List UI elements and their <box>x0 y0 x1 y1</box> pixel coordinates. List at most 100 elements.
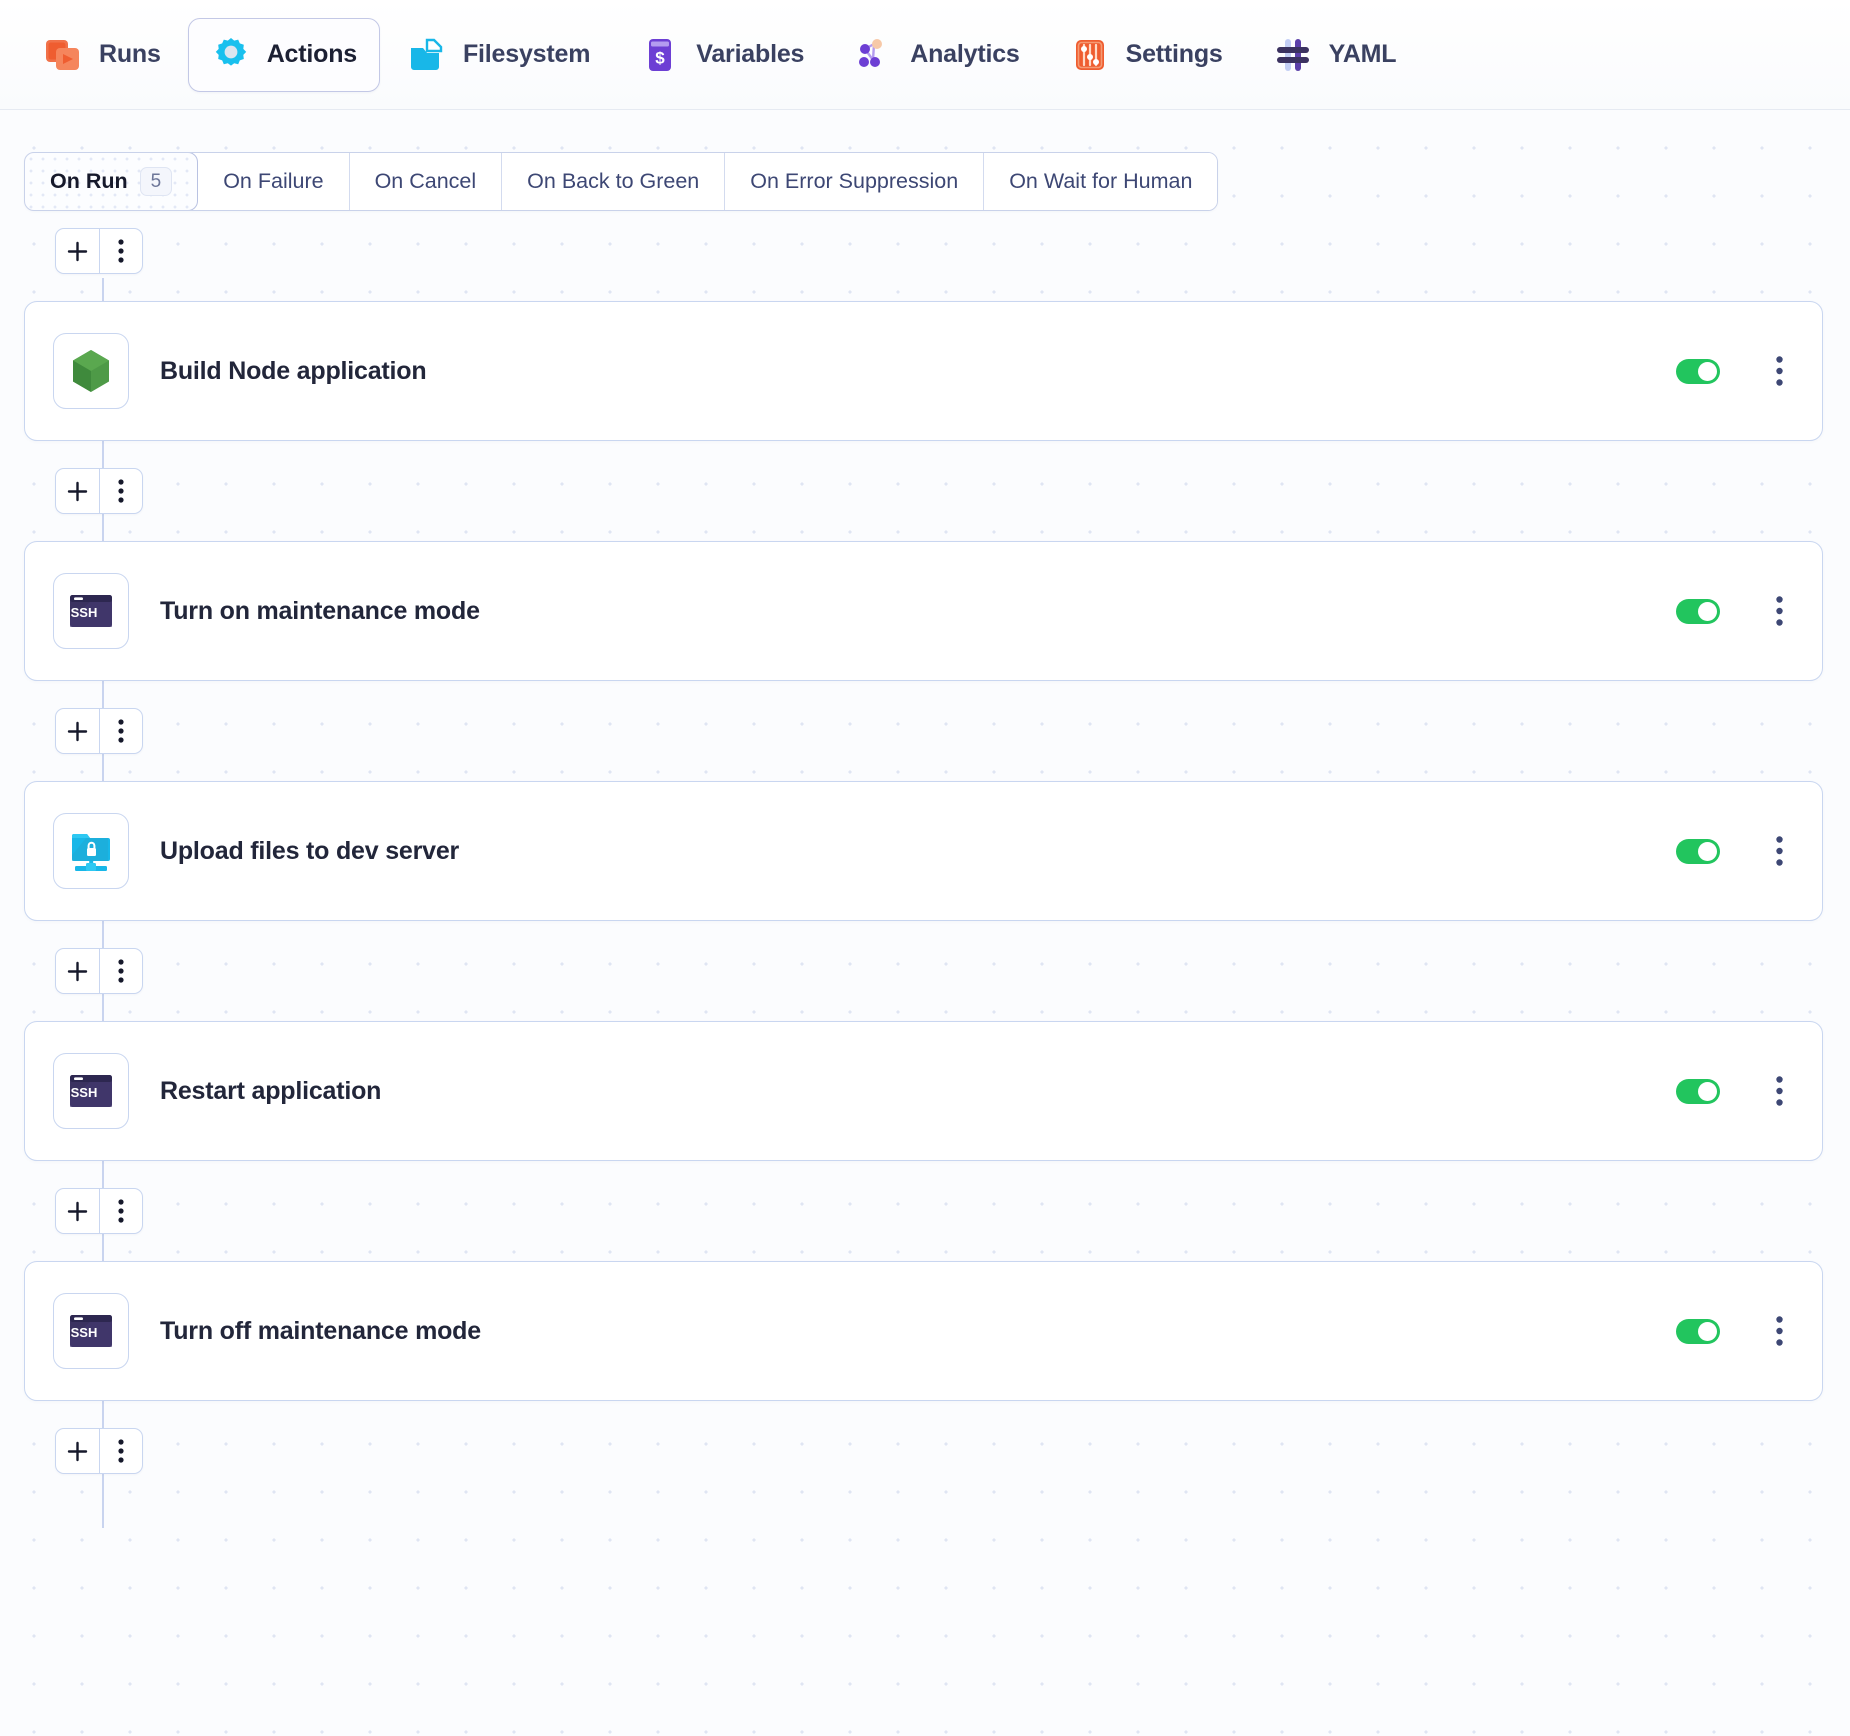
add-action-row-6 <box>55 1428 143 1474</box>
node-icon <box>73 350 109 392</box>
nav-label-actions: Actions <box>266 40 357 68</box>
sliders-icon <box>1070 35 1110 75</box>
action-enabled-toggle[interactable] <box>1676 358 1720 384</box>
kebab-menu-icon <box>1775 356 1783 386</box>
add-action-menu-1[interactable] <box>98 229 143 273</box>
kebab-menu-icon <box>1775 1316 1783 1346</box>
action-enabled-toggle[interactable] <box>1676 838 1720 864</box>
ssh-icon: SSH <box>70 595 112 627</box>
plus-icon <box>67 481 87 501</box>
plus-icon <box>67 1441 87 1461</box>
add-action-menu-4[interactable] <box>98 949 143 993</box>
nav-item-yaml[interactable]: YAML <box>1250 18 1420 92</box>
tab-on-run[interactable]: On Run 5 <box>25 153 199 210</box>
nav-item-variables[interactable]: $ Variables <box>617 18 827 92</box>
nav-item-filesystem[interactable]: Filesystem <box>384 18 613 92</box>
tab-label-on-error-suppression: On Error Suppression <box>750 169 959 193</box>
action-kebab-menu[interactable] <box>1764 1076 1794 1106</box>
kebab-menu-icon <box>1775 836 1783 866</box>
action-icon-wrapper: SSH <box>53 1053 129 1129</box>
nav-label-yaml: YAML <box>1328 40 1397 68</box>
action-title: Restart application <box>160 1076 382 1105</box>
add-action-button-2[interactable] <box>56 469 99 513</box>
plus-icon <box>67 721 87 741</box>
tab-on-failure[interactable]: On Failure <box>198 153 350 210</box>
add-action-button-5[interactable] <box>56 1189 99 1233</box>
kebab-menu-icon <box>1775 1076 1783 1106</box>
action-card[interactable]: Build Node application <box>24 301 1823 441</box>
nav-label-settings: Settings <box>1125 40 1223 68</box>
add-action-menu-3[interactable] <box>98 709 143 753</box>
add-action-button-4[interactable] <box>56 949 99 993</box>
action-kebab-menu[interactable] <box>1764 1316 1794 1346</box>
plus-icon <box>67 961 87 981</box>
action-kebab-menu[interactable] <box>1764 596 1794 626</box>
action-card[interactable]: SSH Turn off maintenance mode <box>24 1261 1823 1401</box>
svg-text:SSH: SSH <box>71 605 98 620</box>
tab-label-on-back-to-green: On Back to Green <box>527 169 700 193</box>
gear-icon <box>211 35 251 75</box>
tab-on-error-suppression[interactable]: On Error Suppression <box>725 153 985 210</box>
tab-on-back-to-green[interactable]: On Back to Green <box>502 153 726 210</box>
kebab-menu-icon <box>118 1439 124 1463</box>
action-enabled-toggle[interactable] <box>1676 598 1720 624</box>
add-action-row-3 <box>55 708 143 754</box>
tab-label-on-failure: On Failure <box>223 169 324 193</box>
analytics-icon <box>854 35 894 75</box>
svg-text:SSH: SSH <box>71 1325 98 1340</box>
kebab-menu-icon <box>118 239 124 263</box>
ssh-icon: SSH <box>70 1075 112 1107</box>
action-card[interactable]: SSH Turn on maintenance mode <box>24 541 1823 681</box>
nav-item-analytics[interactable]: Analytics <box>831 18 1042 92</box>
action-icon-wrapper <box>53 333 129 409</box>
nav-label-analytics: Analytics <box>910 40 1020 68</box>
add-action-row-2 <box>55 468 143 514</box>
add-action-menu-2[interactable] <box>98 469 143 513</box>
plus-icon <box>67 1201 87 1221</box>
action-title: Turn on maintenance mode <box>160 596 480 625</box>
variables-icon: $ <box>640 35 680 75</box>
action-kebab-menu[interactable] <box>1764 356 1794 386</box>
add-action-menu-5[interactable] <box>98 1189 143 1233</box>
kebab-menu-icon <box>1775 596 1783 626</box>
nav-item-settings[interactable]: Settings <box>1047 18 1246 92</box>
plus-icon <box>67 241 87 261</box>
svg-text:SSH: SSH <box>71 1085 98 1100</box>
add-action-button-6[interactable] <box>56 1429 99 1473</box>
tab-on-wait-for-human[interactable]: On Wait for Human <box>984 153 1218 210</box>
ssh-icon: SSH <box>70 1315 112 1347</box>
add-action-row-4 <box>55 948 143 994</box>
action-kebab-menu[interactable] <box>1764 836 1794 866</box>
yaml-icon <box>1273 35 1313 75</box>
action-icon-wrapper: SSH <box>53 573 129 649</box>
kebab-menu-icon <box>118 959 124 983</box>
kebab-menu-icon <box>118 719 124 743</box>
kebab-menu-icon <box>118 1199 124 1223</box>
action-enabled-toggle[interactable] <box>1676 1318 1720 1344</box>
workflow-canvas: On Run 5 On Failure On Cancel On Back to… <box>0 110 1850 1736</box>
nav-item-runs[interactable]: Runs <box>20 18 184 92</box>
action-card[interactable]: SSH Restart application <box>24 1021 1823 1161</box>
tab-on-cancel[interactable]: On Cancel <box>349 153 503 210</box>
action-icon-wrapper <box>53 813 129 889</box>
add-action-menu-6[interactable] <box>98 1429 143 1473</box>
action-flow: Build Node application SSH Turn on maint… <box>0 228 1850 1528</box>
action-card[interactable]: Upload files to dev server <box>24 781 1823 921</box>
kebab-menu-icon <box>118 479 124 503</box>
runs-icon <box>43 35 83 75</box>
tab-label-on-cancel: On Cancel <box>374 169 477 193</box>
action-title: Build Node application <box>160 356 427 385</box>
nav-item-actions[interactable]: Actions <box>187 17 380 92</box>
nav-label-filesystem: Filesystem <box>462 40 591 68</box>
add-action-button-1[interactable] <box>56 229 99 273</box>
action-title: Upload files to dev server <box>160 836 460 865</box>
main-navigation: Runs Actions Filesystem $ Variables Anal… <box>0 0 1850 110</box>
add-action-button-3[interactable] <box>56 709 99 753</box>
folder-icon <box>407 35 447 75</box>
add-action-row-1 <box>55 228 143 274</box>
action-title: Turn off maintenance mode <box>160 1316 481 1345</box>
nav-label-variables: Variables <box>696 40 805 68</box>
tab-label-on-run: On Run <box>50 169 128 193</box>
action-icon-wrapper: SSH <box>53 1293 129 1369</box>
action-enabled-toggle[interactable] <box>1676 1078 1720 1104</box>
